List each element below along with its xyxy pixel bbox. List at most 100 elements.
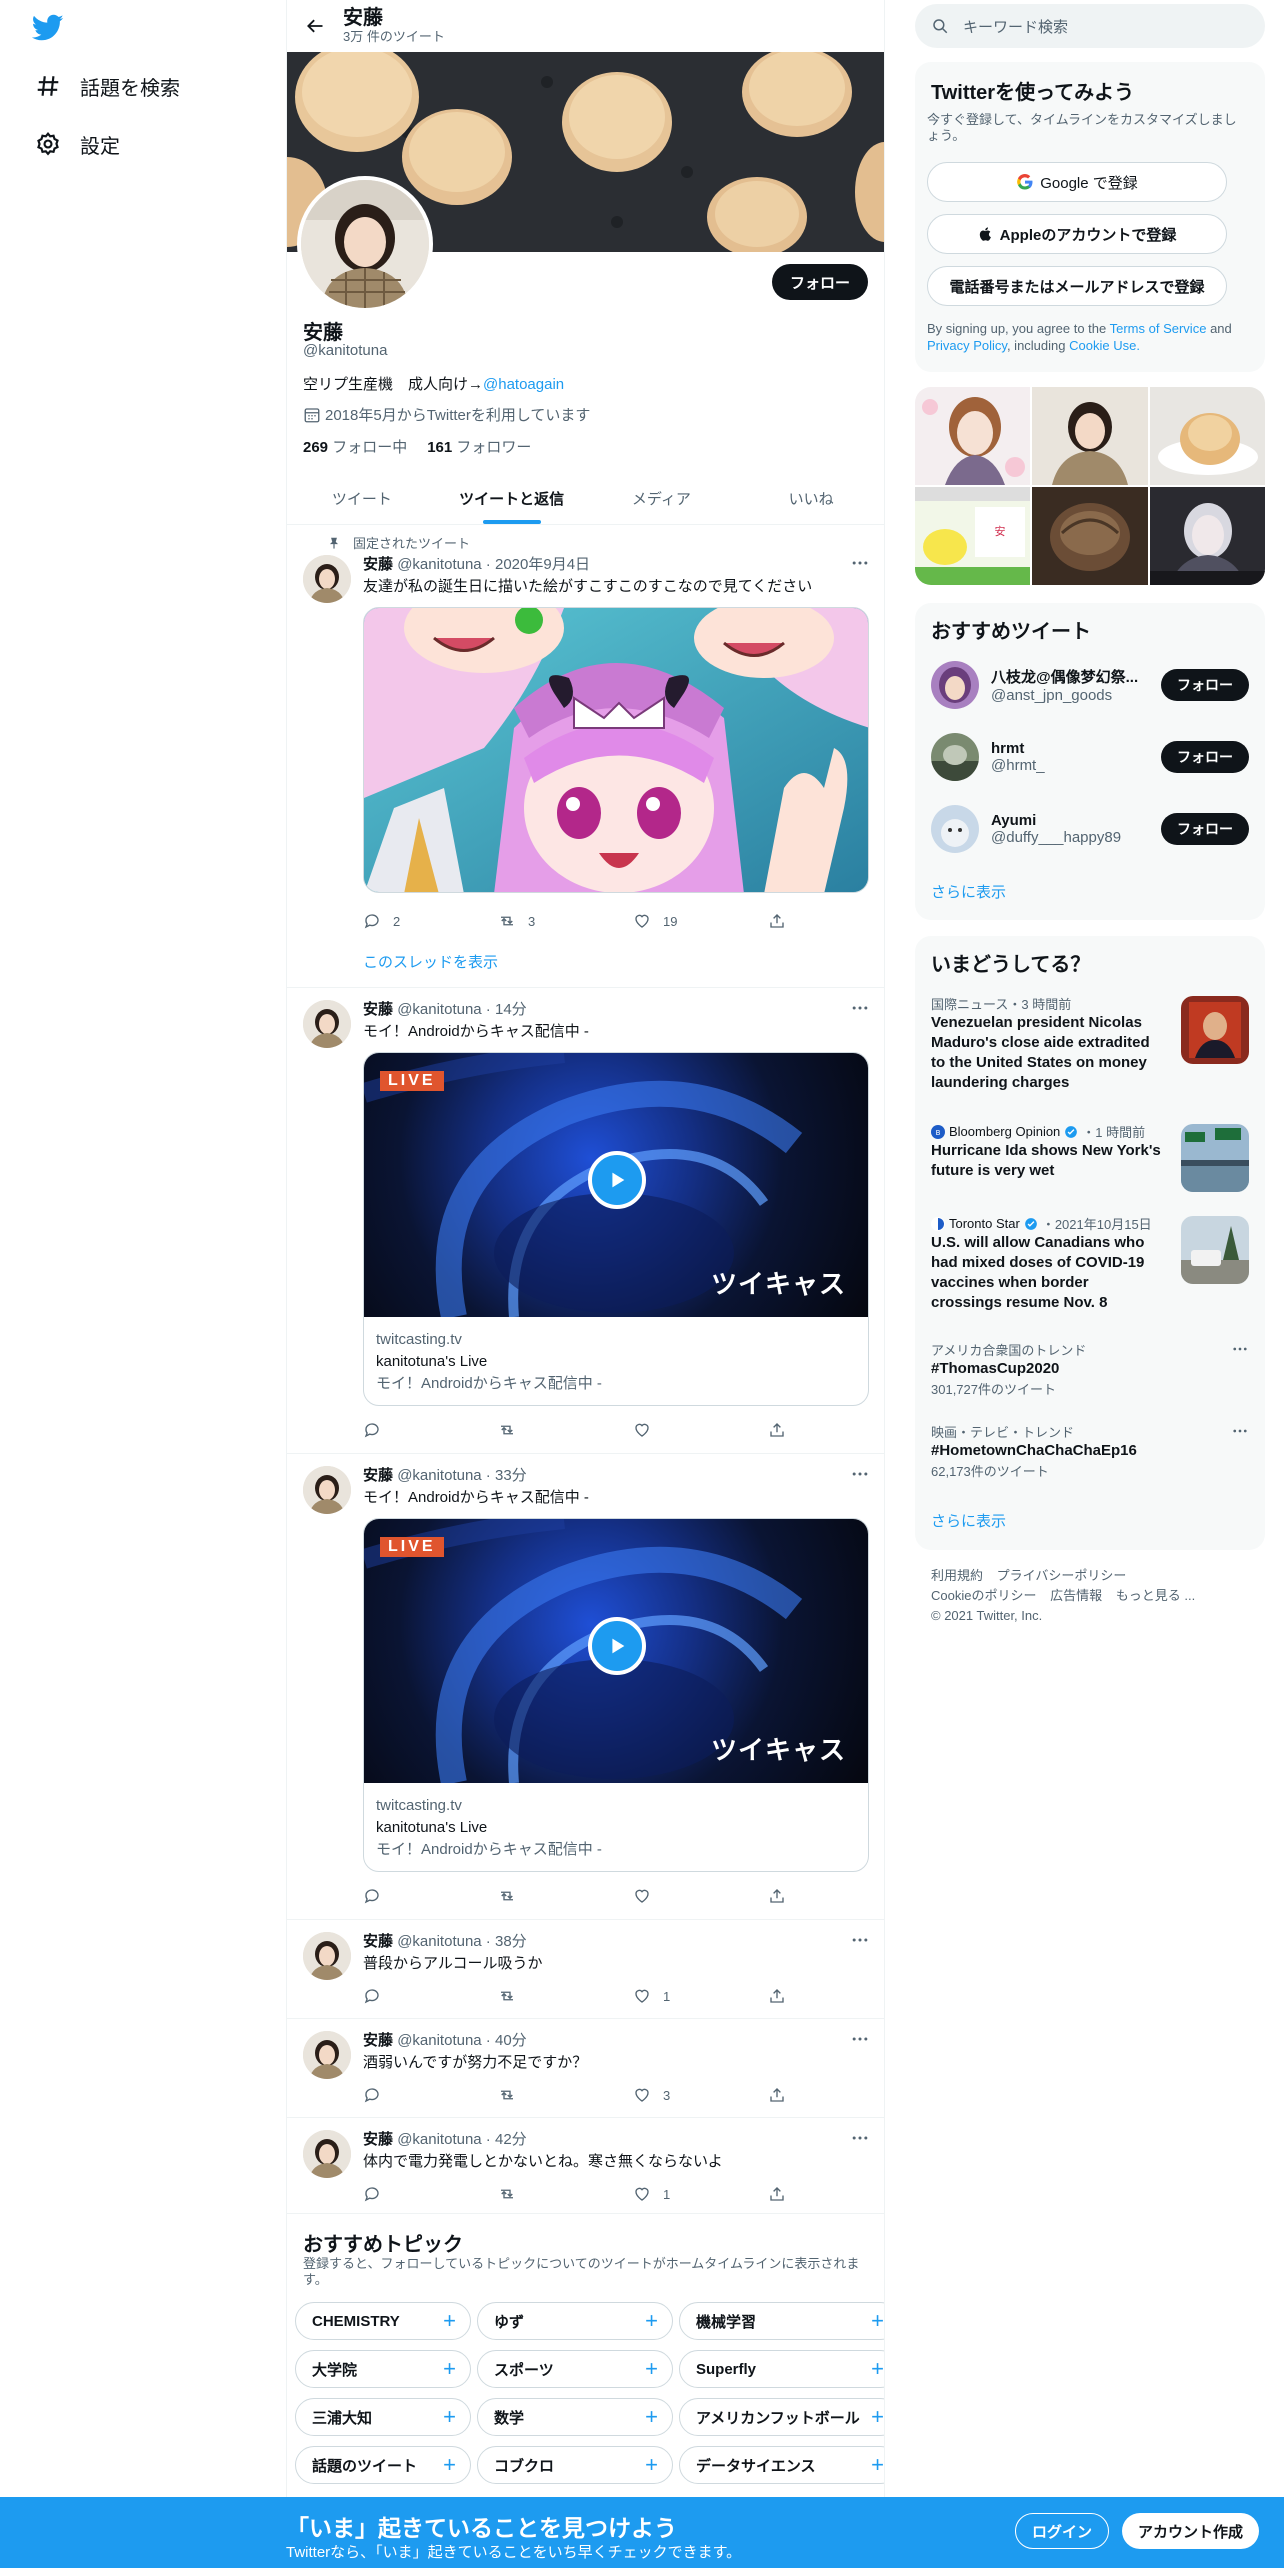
following-link[interactable]: 269 フォロー中 (303, 436, 407, 457)
topic-chip[interactable]: データサイエンス + (679, 2446, 884, 2484)
like-button[interactable] (633, 1420, 768, 1440)
tweet[interactable]: 安藤 @kanitotuna · 33分 モイ！Androidからキャス配信中 … (287, 1454, 884, 1920)
profile-avatar[interactable] (297, 176, 433, 312)
like-button[interactable]: 1 (633, 1986, 768, 2006)
topic-chip[interactable]: CHEMISTRY + (295, 2302, 471, 2340)
reply-button[interactable]: 2 (363, 911, 498, 931)
retweet-button[interactable] (498, 1986, 633, 2006)
tweet[interactable]: 安藤 @kanitotuna · 14分 モイ！Androidからキャス配信中 … (287, 988, 884, 1454)
tweet-timestamp[interactable]: 33分 (495, 1467, 527, 1484)
follow-user-button[interactable]: フォロー (1161, 669, 1249, 701)
more-icon[interactable] (850, 553, 870, 573)
reply-button[interactable] (363, 1886, 498, 1906)
tweet-avatar[interactable] (303, 1000, 351, 1048)
reply-button[interactable] (363, 2085, 498, 2105)
profile-bio-link[interactable]: @hatoagain (483, 376, 564, 393)
tweet-author-handle[interactable]: @kanitotuna (397, 1933, 481, 1950)
follow-button[interactable]: フォロー (771, 264, 868, 300)
share-button[interactable] (768, 1986, 793, 2006)
tab-media[interactable]: メディア (587, 472, 737, 524)
like-button[interactable] (633, 1886, 768, 1906)
tweet[interactable]: 安藤 @kanitotuna · 42分 体内で電力発電しとかないとね。寒さ無く… (287, 2118, 884, 2214)
media-thumb[interactable] (1149, 487, 1265, 585)
tweet-author-name[interactable]: 安藤 (363, 1001, 393, 1018)
retweet-button[interactable]: 3 (498, 911, 633, 931)
signup-button[interactable]: アカウント作成 (1122, 2513, 1260, 2549)
tweet-author-handle[interactable]: @kanitotuna (397, 1467, 481, 1484)
share-button[interactable] (768, 911, 793, 931)
tweet-avatar[interactable] (303, 1932, 351, 1980)
topic-chip[interactable]: 機械学習 + (679, 2302, 884, 2340)
share-button[interactable] (768, 2184, 793, 2204)
follow-user-button[interactable]: フォロー (1161, 741, 1249, 773)
trend-item[interactable]: 国際ニュース・3 時間前 Venezuelan president Nicola… (931, 994, 1249, 1093)
trend-item[interactable]: Toronto Star ・2021年10月15日 U.S. will allo… (931, 1214, 1249, 1313)
like-button[interactable]: 19 (633, 911, 768, 931)
trend-item[interactable]: 映画・テレビ・トレンド #HometownChaChaChaEp16 62,17… (931, 1422, 1249, 1480)
topic-chip[interactable]: Superfly + (679, 2350, 884, 2388)
topic-chip[interactable]: 大学院 + (295, 2350, 471, 2388)
topic-chip[interactable]: コブクロ + (477, 2446, 673, 2484)
search-input[interactable]: キーワード検索 (915, 4, 1265, 48)
login-button[interactable]: ログイン (1015, 2513, 1110, 2549)
topic-chip[interactable]: アメリカンフットボール + (679, 2398, 884, 2436)
media-thumb[interactable] (1149, 387, 1265, 485)
like-button[interactable]: 1 (633, 2184, 768, 2204)
suggested-user[interactable]: Ayumi @duffy___happy89 フォロー (931, 803, 1249, 855)
retweet-button[interactable] (498, 2184, 633, 2204)
more-icon[interactable] (850, 2029, 870, 2049)
tweet-pinned[interactable]: 固定されたツイート 安藤 @kanitotuna · 2020年9月4日 友達が… (287, 525, 884, 988)
topic-chip[interactable]: ゆず + (477, 2302, 673, 2340)
share-button[interactable] (768, 1420, 793, 1440)
footer-more[interactable]: もっと見る ... (1116, 1588, 1195, 1603)
tweet-author-handle[interactable]: @kanitotuna (397, 1001, 481, 1018)
tweet[interactable]: 安藤 @kanitotuna · 40分 酒弱いんですが努力不足ですか？ 3 (287, 2019, 884, 2118)
media-thumb[interactable]: 安 (915, 487, 1031, 585)
suggested-user[interactable]: 八枝龙@偶像梦幻祭... @anst_jpn_goods フォロー (931, 659, 1249, 711)
tweet-avatar[interactable] (303, 2031, 351, 2079)
tab-likes[interactable]: いいね (736, 472, 884, 524)
more-icon[interactable] (850, 1930, 870, 1950)
tweet-avatar[interactable] (303, 555, 351, 603)
more-icon[interactable] (850, 2128, 870, 2148)
who-to-follow-show-more[interactable]: さらに表示 (931, 881, 1006, 902)
followers-link[interactable]: 161 フォロワー (427, 436, 531, 457)
tweet-author-handle[interactable]: @kanitotuna (397, 2131, 481, 2148)
more-icon[interactable] (1231, 1340, 1249, 1358)
reply-button[interactable] (363, 1986, 498, 2006)
privacy-link[interactable]: Privacy Policy (927, 338, 1007, 353)
footer-ads[interactable]: 広告情報 (1050, 1588, 1102, 1603)
user-avatar[interactable] (931, 661, 979, 709)
tab-tweets[interactable]: ツイート (287, 472, 437, 524)
back-arrow-icon[interactable] (287, 16, 343, 36)
tweet-author-name[interactable]: 安藤 (363, 556, 393, 573)
footer-cookie[interactable]: Cookieのポリシー (931, 1588, 1036, 1603)
nav-explore[interactable]: 話題を検索 (30, 66, 180, 106)
like-button[interactable]: 3 (633, 2085, 768, 2105)
tweet-avatar[interactable] (303, 2130, 351, 2178)
tweet-author-name[interactable]: 安藤 (363, 2032, 393, 2049)
tweet-timestamp[interactable]: 40分 (495, 2032, 527, 2049)
trend-item[interactable]: アメリカ合衆国のトレンド #ThomasCup2020 301,727件のツイー… (931, 1340, 1249, 1398)
tweet-author-name[interactable]: 安藤 (363, 1467, 393, 1484)
tweet-author-handle[interactable]: @kanitotuna (397, 2032, 481, 2049)
share-button[interactable] (768, 2085, 793, 2105)
topic-chip[interactable]: 話題のツイート + (295, 2446, 471, 2484)
tab-tweets-and-replies[interactable]: ツイートと返信 (437, 472, 587, 524)
tweet-timestamp[interactable]: 42分 (495, 2131, 527, 2148)
media-thumb[interactable] (1032, 487, 1148, 585)
trend-item[interactable]: B Bloomberg Opinion ・1 時間前 Hurricane Ida… (931, 1122, 1249, 1192)
more-icon[interactable] (850, 1464, 870, 1484)
reply-button[interactable] (363, 1420, 498, 1440)
twitter-logo-icon[interactable] (32, 14, 64, 42)
terms-link[interactable]: Terms of Service (1110, 321, 1207, 336)
apple-signup-button[interactable]: Appleのアカウントで登録 (927, 214, 1227, 254)
link-card[interactable]: LIVE ツイキャス twitcasting.tv kanitotuna's L… (363, 1518, 869, 1872)
topic-chip[interactable]: 数学 + (477, 2398, 673, 2436)
play-icon[interactable] (588, 1617, 646, 1675)
play-icon[interactable] (588, 1151, 646, 1209)
footer-privacy[interactable]: プライバシーポリシー (997, 1568, 1127, 1583)
show-thread-link[interactable]: このスレッドを表示 (363, 951, 498, 972)
topic-chip[interactable]: スポーツ + (477, 2350, 673, 2388)
tweet-timestamp[interactable]: 14分 (495, 1001, 527, 1018)
